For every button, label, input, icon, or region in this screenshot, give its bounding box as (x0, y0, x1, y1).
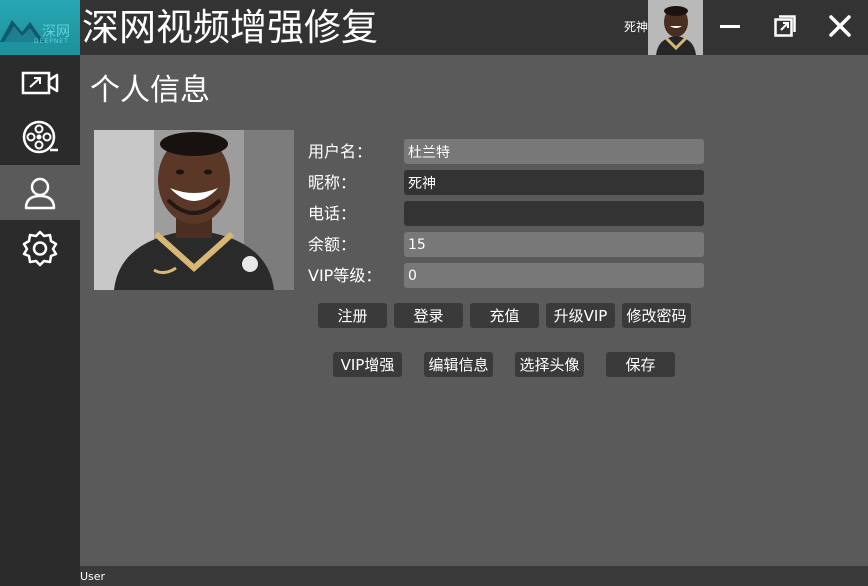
restore-button[interactable] (767, 8, 803, 44)
balance-field[interactable] (404, 232, 704, 257)
app-title: 深网视频增强修复 (82, 6, 378, 49)
change-password-button[interactable]: 修改密码 (622, 303, 691, 328)
sidebar-item-user[interactable] (0, 165, 80, 220)
profile-photo (94, 130, 294, 290)
film-reel-icon (22, 120, 58, 153)
register-button[interactable]: 注册 (318, 303, 387, 328)
title-bar: 深网 DEEPNET 深网视频增强修复 死神 (0, 0, 868, 55)
username-label: 用户名： (308, 142, 373, 161)
sidebar-item-film[interactable] (0, 110, 80, 165)
nickname-label: 昵称： (308, 173, 357, 192)
restore-icon (774, 15, 796, 37)
login-button[interactable]: 登录 (394, 303, 463, 328)
minimize-icon (720, 25, 740, 28)
balance-label: 余额： (308, 235, 357, 254)
minimize-button[interactable] (712, 8, 748, 44)
header-avatar[interactable] (648, 0, 703, 55)
vip-level-field[interactable] (404, 263, 704, 288)
choose-avatar-button[interactable]: 选择头像 (515, 352, 584, 377)
status-bar (80, 566, 868, 586)
nickname-field[interactable] (404, 170, 704, 195)
vip-level-label: VIP等级： (308, 266, 382, 285)
app-logo: 深网 DEEPNET (0, 0, 80, 55)
sidebar (0, 55, 80, 586)
phone-label: 电话： (308, 204, 357, 223)
gear-icon (22, 230, 58, 266)
header-username: 死神 (624, 20, 649, 34)
sidebar-item-video-enhance[interactable] (0, 55, 80, 110)
page-title: 个人信息 (90, 73, 210, 108)
phone-field[interactable] (404, 201, 704, 226)
profile-photo-icon (94, 130, 294, 290)
save-button[interactable]: 保存 (606, 352, 675, 377)
status-text: User (80, 570, 106, 583)
upgrade-vip-button[interactable]: 升级VIP (546, 303, 615, 328)
username-field[interactable] (404, 139, 704, 164)
close-icon (829, 15, 851, 37)
user-icon (24, 177, 56, 209)
logo-mountain-icon: 深网 (0, 20, 70, 42)
recharge-button[interactable]: 充值 (470, 303, 539, 328)
logo-text: DEEPNET (34, 38, 69, 45)
video-enhance-icon (21, 71, 59, 94)
user-avatar-photo-icon (648, 0, 703, 55)
vip-enhance-button[interactable]: VIP增强 (333, 352, 402, 377)
edit-info-button[interactable]: 编辑信息 (424, 352, 493, 377)
sidebar-item-settings[interactable] (0, 220, 80, 275)
close-button[interactable] (822, 8, 858, 44)
